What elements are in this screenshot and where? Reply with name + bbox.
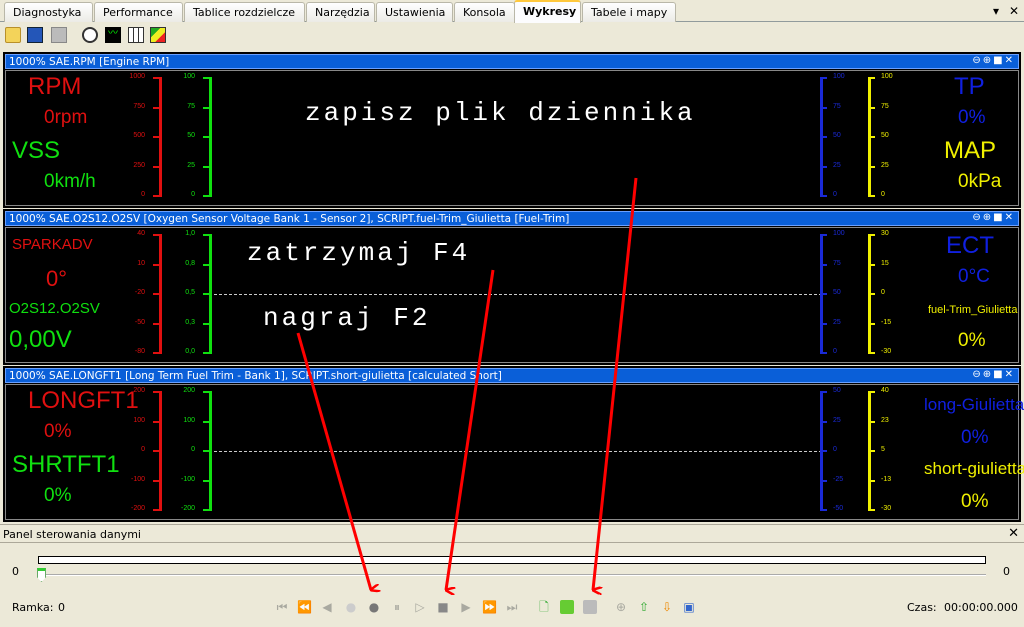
annotation-arrows — [296, 177, 638, 627]
arrow-stop — [446, 269, 495, 590]
arrow-save — [591, 177, 638, 590]
arrow-record — [296, 332, 371, 590]
